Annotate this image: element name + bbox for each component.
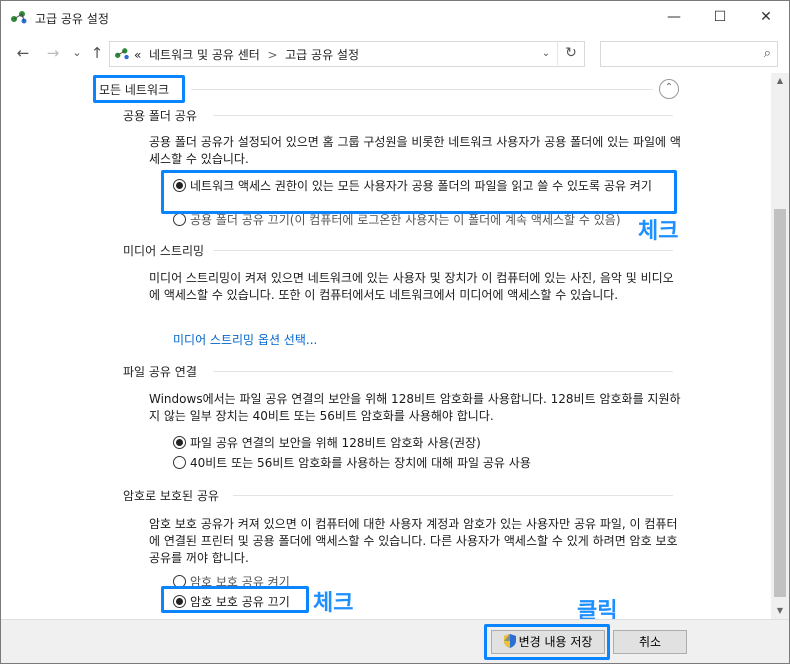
section-title-public-folder: 공용 폴더 공유 [123,109,197,123]
section-divider [213,115,673,116]
radio-password-off[interactable] [173,595,186,608]
close-button[interactable]: ✕ [743,1,789,33]
section-title-password: 암호로 보호된 공유 [123,489,219,503]
network-app-icon [11,10,29,27]
password-off-label[interactable]: 암호 보호 공유 끄기 [190,595,290,609]
up-button[interactable]: ↑ [87,43,107,63]
annotation-check-1: 체크 [638,219,679,244]
title-bar: 고급 공유 설정 — ☐ ✕ [1,1,789,33]
media-options-link[interactable]: 미디어 스트리밍 옵션 선택... [173,331,317,348]
collapse-chevron-icon[interactable]: ⌃ [659,79,679,99]
advanced-sharing-window: 고급 공유 설정 — ☐ ✕ ← → ⌄ ↑ « 네트워크 및 공유 센터 > … [0,0,790,664]
address-bar[interactable]: « 네트워크 및 공유 센터 > 고급 공유 설정 ⌄ [109,41,585,67]
footer-bar: 변경 내용 저장 취소 [1,619,789,663]
scroll-down-arrow-icon[interactable]: ▼ [771,603,789,619]
search-icon[interactable]: ⌕ [764,46,771,61]
public-folder-on-label-highlighted[interactable]: 네트워크 액세스 권한이 있는 모든 사용자가 공용 폴더의 파일을 읽고 쓸 … [190,179,652,193]
breadcrumb-network-center[interactable]: 네트워크 및 공유 센터 [149,48,260,62]
search-input[interactable] [603,44,757,64]
minimize-button[interactable]: — [651,1,697,33]
highlight-box-save [484,624,610,660]
password-description: 암호 보호 공유가 켜져 있으면 이 컴퓨터에 대한 사용자 계정과 암호가 있… [149,517,678,565]
profile-divider [191,89,653,90]
highlight-box-profile [93,75,185,103]
radio-encryption-40-56[interactable] [173,456,186,469]
vertical-scrollbar[interactable]: ▲ ▼ [771,73,789,619]
section-divider [213,250,673,251]
search-box[interactable]: ⌕ [600,41,778,67]
media-description: 미디어 스트리밍이 켜져 있으면 네트워크에 있는 사용자 및 장치가 이 컴퓨… [149,271,674,302]
scrollbar-thumb[interactable] [774,209,786,597]
annotation-check-2: 체크 [313,591,354,616]
back-button[interactable]: ← [13,43,33,63]
encryption-40-56-option[interactable]: 40비트 또는 56비트 암호화를 사용하는 장치에 대해 파일 공유 사용 [173,454,531,471]
section-divider [233,495,673,496]
cancel-button[interactable]: 취소 [613,630,687,654]
address-dropdown-button[interactable]: ⌄ [533,42,558,66]
recent-locations-button[interactable]: ⌄ [67,43,87,63]
public-folder-description: 공용 폴더 공유가 설정되어 있으면 홈 그룹 구성원을 비롯한 네트워크 사용… [149,135,681,166]
breadcrumb-separator-icon[interactable]: > [267,48,277,62]
file-sharing-description: Windows에서는 파일 공유 연결의 보안을 위해 128비트 암호화를 사… [149,392,681,423]
highlight-box-public-folder: 네트워크 액세스 권한이 있는 모든 사용자가 공용 폴더의 파일을 읽고 쓸 … [161,170,677,214]
public-folder-on-option-highlighted[interactable]: 네트워크 액세스 권한이 있는 모든 사용자가 공용 폴더의 파일을 읽고 쓸 … [173,178,663,194]
section-title-media: 미디어 스트리밍 [123,244,205,258]
scroll-up-arrow-icon[interactable]: ▲ [771,73,789,89]
maximize-button[interactable]: ☐ [697,1,743,33]
encryption-128-option[interactable]: 파일 공유 연결의 보안을 위해 128비트 암호화 사용(권장) [173,434,481,451]
window-title: 고급 공유 설정 [35,12,109,26]
section-title-file-sharing: 파일 공유 연결 [123,365,197,379]
password-off-option[interactable]: 암호 보호 공유 끄기 [173,593,290,610]
radio-public-folder-on-highlighted[interactable] [173,179,186,192]
radio-public-folder-off[interactable] [173,213,186,226]
highlight-box-password-off: 암호 보호 공유 끄기 [161,586,309,613]
refresh-button[interactable]: ↻ [557,41,584,65]
encryption-40-56-label[interactable]: 40비트 또는 56비트 암호화를 사용하는 장치에 대해 파일 공유 사용 [190,456,531,470]
encryption-128-label[interactable]: 파일 공유 연결의 보안을 위해 128비트 암호화 사용(권장) [190,436,481,450]
section-divider [213,371,673,372]
settings-content: 모든 네트워크 ⌃ 공용 폴더 공유 공용 폴더 공유가 설정되어 있으면 홈 … [1,73,771,624]
navigation-bar: ← → ⌄ ↑ « 네트워크 및 공유 센터 > 고급 공유 설정 ⌄ ↻ ⌕ [1,33,789,73]
forward-button[interactable]: → [43,43,63,63]
control-panel-icon [115,47,131,63]
breadcrumb: « 네트워크 및 공유 센터 > 고급 공유 설정 [134,46,359,63]
radio-encryption-128[interactable] [173,436,186,449]
breadcrumb-advanced-sharing[interactable]: 고급 공유 설정 [285,48,359,62]
public-folder-off-label[interactable]: 공용 폴더 공유 끄기(이 컴퓨터에 로그온한 사용자는 이 폴더에 계속 액세… [190,213,621,227]
breadcrumb-overflow[interactable]: « [134,48,141,62]
